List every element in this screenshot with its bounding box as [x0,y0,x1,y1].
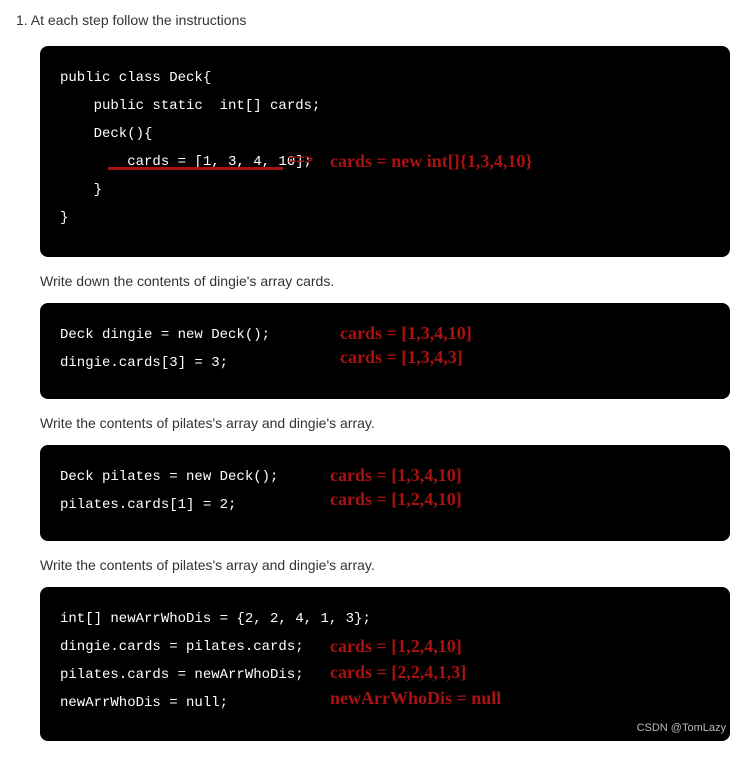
anno-b4-line3: newArrWhoDis = null [330,680,501,716]
anno-b3-line2: cards = [1,2,4,10] [330,481,462,517]
arrow-annotation: ==> [288,147,313,175]
code-block-3: Deck pilates = new Deck(); pilates.cards… [40,445,730,541]
page-title: 1. At each step follow the instructions [16,12,754,28]
instruction-1: Write down the contents of dingie's arra… [40,273,730,289]
fix-annotation: cards = new int[]{1,3,4,10} [330,143,532,179]
code-block-1: public class Deck{ public static int[] c… [40,46,730,257]
instruction-3: Write the contents of pilates's array an… [40,557,730,573]
code-block-2: Deck dingie = new Deck(); dingie.cards[3… [40,303,730,399]
error-underline [108,167,283,170]
csdn-watermark: CSDN @TomLazy [637,717,726,739]
instruction-2: Write the contents of pilates's array an… [40,415,730,431]
anno-b2-line2: cards = [1,3,4,3] [340,339,463,375]
page-container: 1. At each step follow the instructions … [0,0,754,741]
code-block-4: int[] newArrWhoDis = {2, 2, 4, 1, 3}; di… [40,587,730,741]
